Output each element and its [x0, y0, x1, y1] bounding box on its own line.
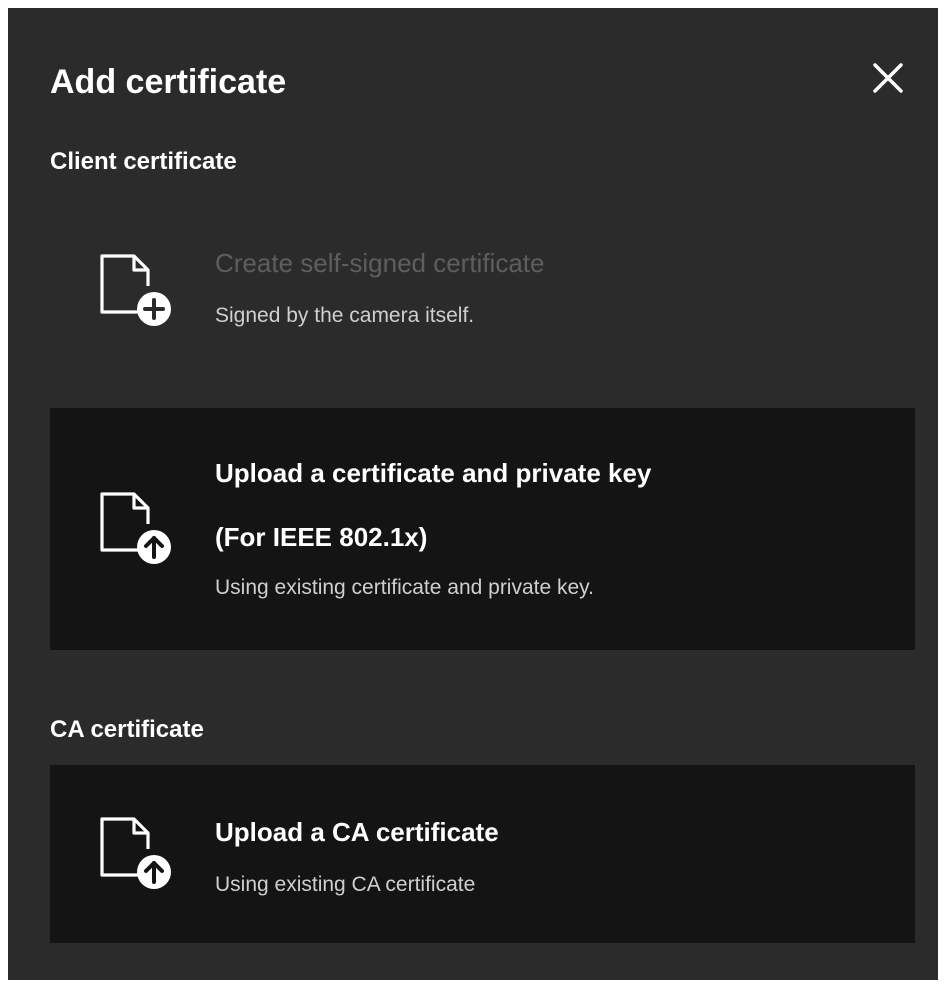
add-certificate-dialog: Add certificate Client certificate Creat… — [8, 8, 938, 980]
upload-certificate-subtitle: (For IEEE 802.1x) — [215, 522, 428, 552]
create-self-signed-title: Create self-signed certificate — [215, 248, 545, 278]
upload-ca-certificate-title: Upload a CA certificate — [215, 817, 499, 847]
close-icon — [873, 63, 903, 93]
create-self-signed-option[interactable]: Create self-signed certificate Signed by… — [50, 234, 915, 354]
client-certificate-heading: Client certificate — [50, 148, 237, 175]
create-self-signed-description: Signed by the camera itself. — [215, 304, 475, 327]
ca-certificate-heading: CA certificate — [50, 716, 204, 743]
upload-certificate-private-key-option[interactable]: Upload a certificate and private key (Fo… — [50, 408, 915, 650]
upload-ca-certificate-description: Using existing CA certificate — [215, 873, 476, 896]
upload-certificate-description: Using existing certificate and private k… — [215, 576, 594, 599]
document-add-icon — [100, 254, 171, 326]
document-upload-icon — [100, 817, 171, 889]
upload-certificate-title: Upload a certificate and private key — [215, 458, 652, 488]
document-upload-icon — [100, 492, 171, 564]
upload-ca-certificate-option[interactable]: Upload a CA certificate Using existing C… — [50, 765, 915, 943]
close-button[interactable] — [866, 56, 910, 100]
dialog-title: Add certificate — [50, 63, 287, 101]
